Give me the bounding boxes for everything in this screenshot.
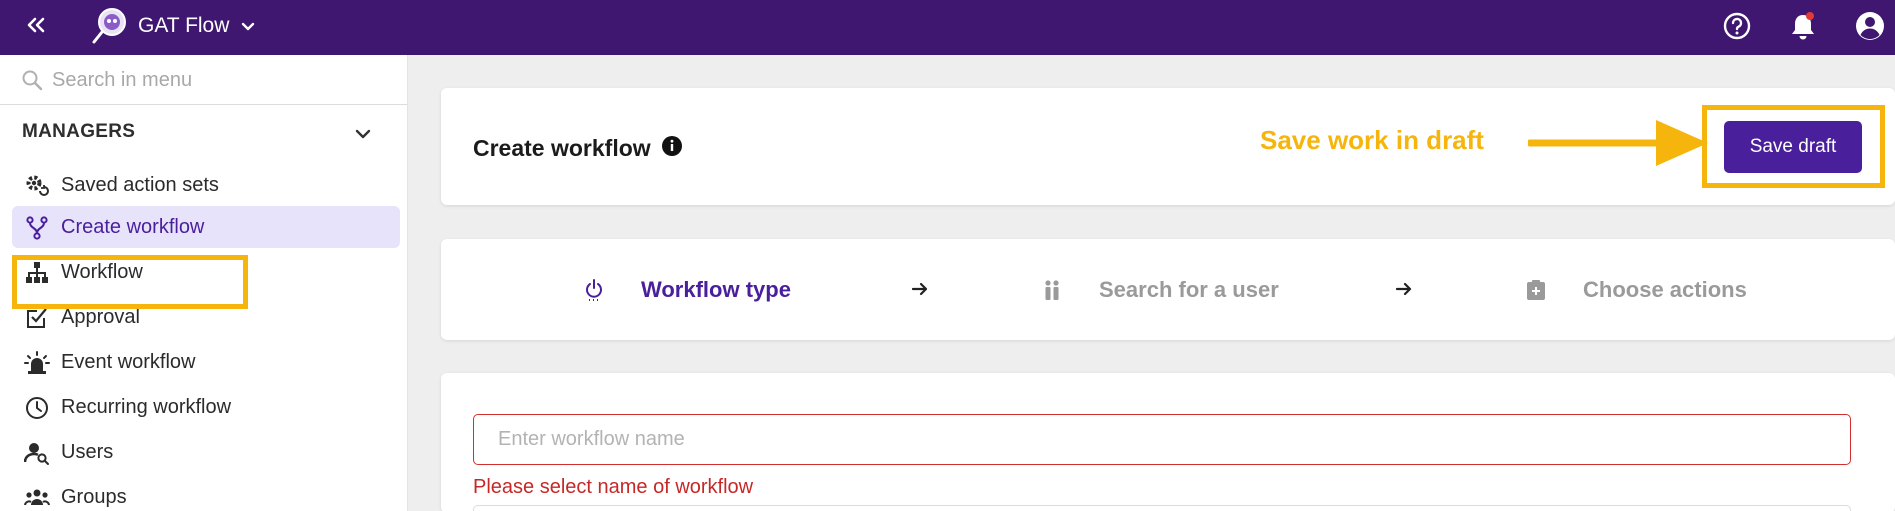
sidebar-item-label: Create workflow xyxy=(61,216,205,238)
info-icon[interactable] xyxy=(661,135,683,157)
sidebar-item-label: Groups xyxy=(61,486,127,508)
power-icon xyxy=(586,279,602,301)
clock-icon xyxy=(26,397,48,419)
arrow-right-icon xyxy=(1395,282,1412,296)
double-chevron-left-icon[interactable] xyxy=(24,13,48,37)
sidebar-item-label: Event workflow xyxy=(61,351,196,373)
sidebar: MANAGERS Saved action sets Create workfl… xyxy=(0,55,408,511)
section-title-managers[interactable]: MANAGERS xyxy=(22,121,135,143)
sidebar-item-users[interactable]: Users xyxy=(12,431,400,473)
sidebar-item-saved-action-sets[interactable]: Saved action sets xyxy=(12,164,400,206)
annotation-arrow-icon xyxy=(1528,120,1708,166)
sidebar-item-recurring-workflow[interactable]: Recurring workflow xyxy=(12,386,400,428)
fork-icon xyxy=(26,216,48,240)
chevron-down-icon[interactable] xyxy=(352,123,374,145)
notification-dot xyxy=(1806,12,1814,20)
search-input[interactable] xyxy=(52,63,392,97)
sidebar-item-label: Saved action sets xyxy=(61,174,219,196)
sidebar-item-label: Recurring workflow xyxy=(61,396,232,418)
page-title: Create workflow xyxy=(473,135,651,161)
user-search-icon xyxy=(24,443,49,465)
gear-refresh-icon xyxy=(26,175,49,196)
search-icon xyxy=(22,70,43,91)
menu-search xyxy=(0,55,407,105)
sidebar-item-groups[interactable]: Groups xyxy=(12,476,400,511)
workflow-form-card: Please select name of workflow xyxy=(441,373,1895,511)
step-search-for-a-user[interactable]: Search for a user xyxy=(1099,277,1279,303)
workflow-name-error: Please select name of workflow xyxy=(473,476,754,498)
annotation-save-work-in-draft: Save work in draft xyxy=(1260,125,1484,155)
sidebar-item-label: Approval xyxy=(61,306,140,328)
clipboard-icon xyxy=(1527,280,1545,300)
gat-flow-logo xyxy=(92,8,126,44)
step-workflow-type[interactable]: Workflow type xyxy=(641,277,791,303)
help-icon[interactable] xyxy=(1722,11,1752,41)
people-icon xyxy=(1045,280,1059,300)
sidebar-item-create-workflow[interactable]: Create workflow xyxy=(12,206,400,248)
group-icon xyxy=(24,489,50,506)
step-choose-actions[interactable]: Choose actions xyxy=(1583,277,1747,303)
arrow-right-icon xyxy=(911,282,928,296)
bell-icon[interactable] xyxy=(1788,10,1818,42)
annotation-highlight-create-workflow xyxy=(12,255,248,309)
save-draft-button[interactable]: Save draft xyxy=(1724,121,1862,173)
next-form-field[interactable] xyxy=(473,505,1851,511)
app-name[interactable]: GAT Flow xyxy=(138,14,229,38)
alarm-light-icon xyxy=(24,351,50,374)
sidebar-item-event-workflow[interactable]: Event workflow xyxy=(12,341,400,383)
chevron-down-icon[interactable] xyxy=(238,17,258,37)
account-icon[interactable] xyxy=(1854,10,1886,42)
sidebar-item-label: Users xyxy=(61,441,114,463)
workflow-steps-card: Workflow type Search for a user Choose a… xyxy=(441,239,1895,340)
top-bar: GAT Flow xyxy=(0,0,1895,55)
workflow-name-input[interactable] xyxy=(473,414,1851,465)
